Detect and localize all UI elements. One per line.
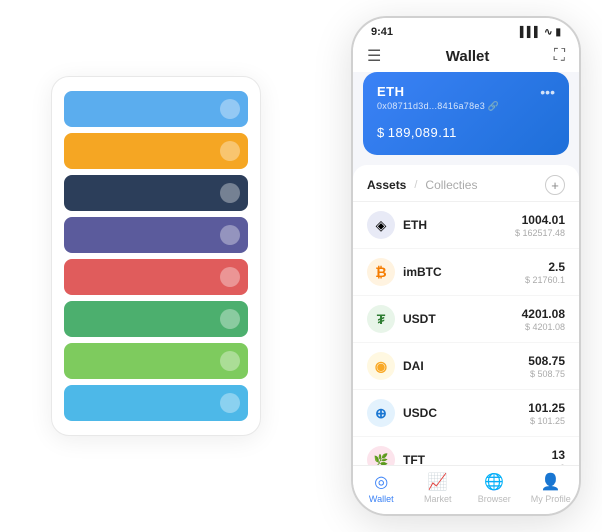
tab-assets[interactable]: Assets — [367, 178, 406, 192]
wallet-address: 0x08711d3d...8416a78e3 🔗 — [377, 101, 499, 112]
card-green[interactable] — [64, 301, 248, 337]
tab-separator: / — [414, 179, 417, 191]
status-bar: 9:41 ▌▌▌ ∿ ▮ — [353, 18, 579, 42]
dai-icon: ◉ — [367, 352, 395, 380]
market-nav-icon: 📈 — [428, 472, 448, 492]
wallet-balance: $189,089.11 — [377, 120, 555, 143]
browser-nav-label: Browser — [478, 494, 511, 504]
nav-profile[interactable]: 👤 My Profile — [523, 472, 580, 504]
usdc-amount: 101.25 — [528, 401, 565, 415]
card-red[interactable] — [64, 259, 248, 295]
asset-row-tft[interactable]: 🌿 TFT 13 0 — [353, 437, 579, 465]
tft-symbol: TFT — [403, 453, 552, 465]
card-purple[interactable] — [64, 217, 248, 253]
wallet-nav-label: Wallet — [369, 494, 394, 504]
imbtc-amount: 2.5 — [525, 260, 565, 274]
card-orange[interactable] — [64, 133, 248, 169]
asset-row-usdt[interactable]: ₮ USDT 4201.08 $ 4201.08 — [353, 296, 579, 343]
scene: 9:41 ▌▌▌ ∿ ▮ ☰ Wallet ⛶ ETH 0x08711d3d..… — [21, 16, 581, 516]
phone-header: ☰ Wallet ⛶ — [353, 42, 579, 72]
wallet-nav-icon: ◎ — [374, 472, 388, 492]
asset-row-imbtc[interactable]: ₿ imBTC 2.5 $ 21760.1 — [353, 249, 579, 296]
balance-symbol: $ — [377, 125, 385, 140]
market-nav-label: Market — [424, 494, 452, 504]
tab-collecties[interactable]: Collecties — [425, 178, 477, 192]
wallet-card-top: ETH 0x08711d3d...8416a78e3 🔗 ••• — [377, 84, 555, 112]
eth-icon: ◈ — [367, 211, 395, 239]
nav-browser[interactable]: 🌐 Browser — [466, 472, 523, 504]
menu-icon[interactable]: ☰ — [367, 46, 381, 66]
usdc-amounts: 101.25 $ 101.25 — [528, 401, 565, 426]
profile-nav-icon: 👤 — [541, 472, 561, 492]
eth-amounts: 1004.01 $ 162517.48 — [515, 213, 565, 238]
imbtc-usd: $ 21760.1 — [525, 275, 565, 285]
profile-nav-label: My Profile — [531, 494, 571, 504]
card-light-green[interactable] — [64, 343, 248, 379]
tft-amounts: 13 0 — [552, 448, 565, 466]
header-title: Wallet — [446, 48, 490, 65]
balance-amount: 189,089.11 — [388, 125, 457, 140]
eth-symbol: ETH — [403, 218, 515, 232]
assets-section: Assets / Collecties + ◈ ETH 1004.01 $ 16… — [353, 165, 579, 465]
dai-amounts: 508.75 $ 508.75 — [528, 354, 565, 379]
usdt-symbol: USDT — [403, 312, 522, 326]
expand-icon[interactable]: ⛶ — [554, 47, 565, 65]
wallet-currency-label: ETH — [377, 84, 499, 99]
wallet-card[interactable]: ETH 0x08711d3d...8416a78e3 🔗 ••• $189,08… — [363, 72, 569, 155]
usdc-symbol: USDC — [403, 406, 528, 420]
dai-amount: 508.75 — [528, 354, 565, 368]
imbtc-symbol: imBTC — [403, 265, 525, 279]
status-time: 9:41 — [371, 26, 393, 38]
usdt-amounts: 4201.08 $ 4201.08 — [522, 307, 565, 332]
dai-usd: $ 508.75 — [528, 369, 565, 379]
card-dark[interactable] — [64, 175, 248, 211]
asset-row-eth[interactable]: ◈ ETH 1004.01 $ 162517.48 — [353, 202, 579, 249]
usdt-amount: 4201.08 — [522, 307, 565, 321]
dai-symbol: DAI — [403, 359, 528, 373]
asset-row-dai[interactable]: ◉ DAI 508.75 $ 508.75 — [353, 343, 579, 390]
eth-amount: 1004.01 — [515, 213, 565, 227]
card-stack — [51, 76, 261, 436]
usdc-icon: ⊕ — [367, 399, 395, 427]
wallet-more-button[interactable]: ••• — [540, 84, 555, 100]
asset-row-usdc[interactable]: ⊕ USDC 101.25 $ 101.25 — [353, 390, 579, 437]
usdc-usd: $ 101.25 — [528, 416, 565, 426]
nav-market[interactable]: 📈 Market — [410, 472, 467, 504]
assets-header: Assets / Collecties + — [353, 165, 579, 202]
asset-list: ◈ ETH 1004.01 $ 162517.48 ₿ imBTC 2.5 — [353, 202, 579, 465]
status-icons: ▌▌▌ ∿ ▮ — [520, 27, 561, 38]
phone-mockup: 9:41 ▌▌▌ ∿ ▮ ☰ Wallet ⛶ ETH 0x08711d3d..… — [351, 16, 581, 516]
nav-wallet[interactable]: ◎ Wallet — [353, 472, 410, 504]
usdt-icon: ₮ — [367, 305, 395, 333]
card-blue[interactable] — [64, 91, 248, 127]
wifi-icon: ∿ — [544, 27, 552, 38]
card-light-blue[interactable] — [64, 385, 248, 421]
imbtc-icon: ₿ — [367, 258, 395, 286]
battery-icon: ▮ — [555, 27, 561, 38]
tft-amount: 13 — [552, 448, 565, 462]
add-asset-button[interactable]: + — [545, 175, 565, 195]
phone-body: ETH 0x08711d3d...8416a78e3 🔗 ••• $189,08… — [353, 72, 579, 465]
signal-icon: ▌▌▌ — [520, 27, 541, 38]
imbtc-amounts: 2.5 $ 21760.1 — [525, 260, 565, 285]
assets-tabs: Assets / Collecties — [367, 178, 477, 192]
tft-icon: 🌿 — [367, 446, 395, 465]
usdt-usd: $ 4201.08 — [522, 322, 565, 332]
browser-nav-icon: 🌐 — [484, 472, 504, 492]
eth-usd: $ 162517.48 — [515, 228, 565, 238]
bottom-nav: ◎ Wallet 📈 Market 🌐 Browser 👤 My Profile — [353, 465, 579, 514]
